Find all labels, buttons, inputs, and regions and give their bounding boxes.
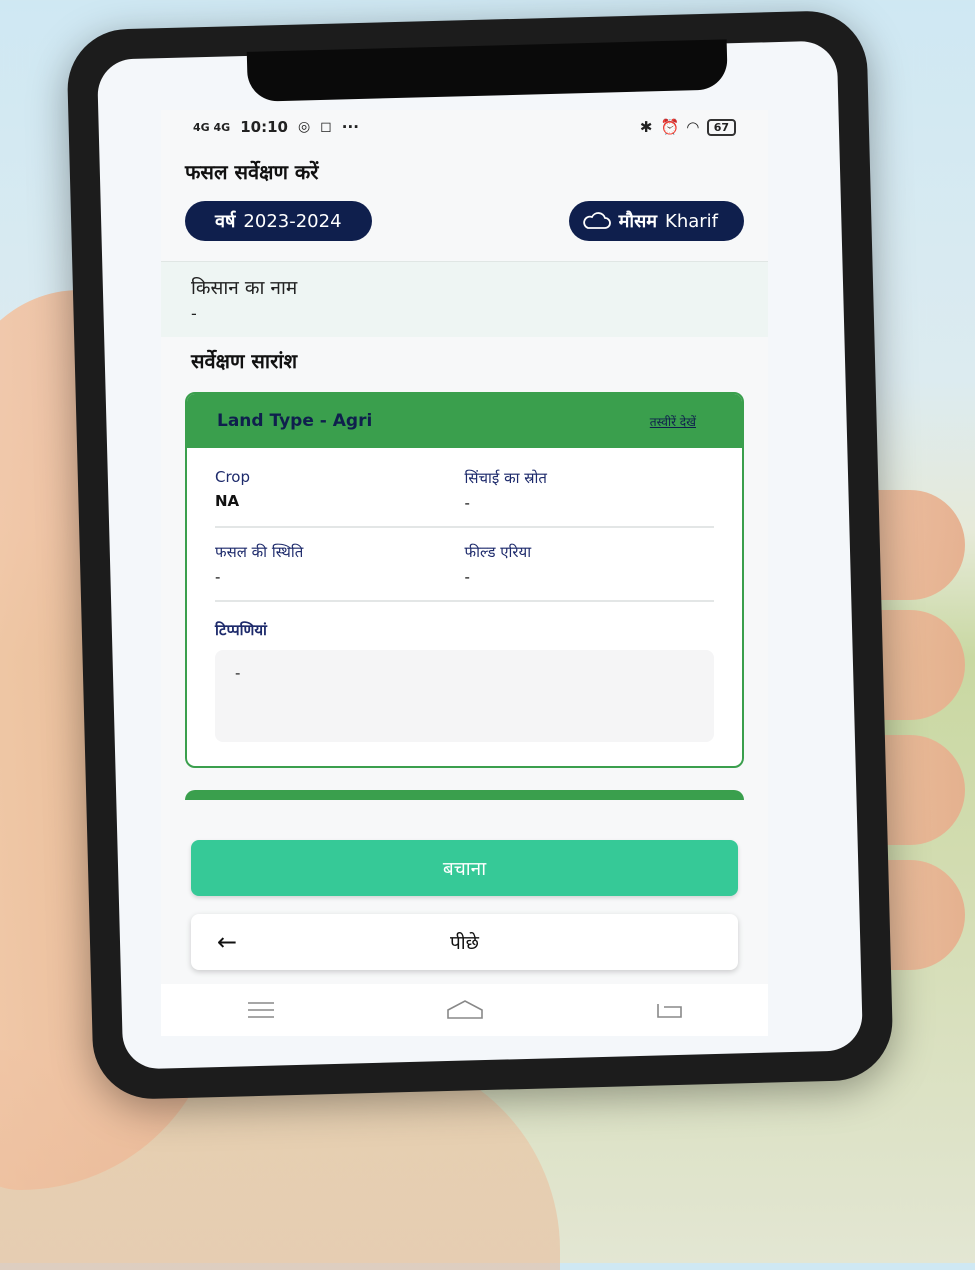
instagram-icon: ◻ (320, 119, 332, 135)
irrigation-source-value: - (464, 494, 470, 512)
season-label: मौसम (618, 211, 658, 232)
next-card-header (185, 790, 744, 800)
filter-row: वर्ष 2023-2024 मौसम Kharif (161, 185, 768, 241)
card-row: फसल की स्थिति - फील्ड एरिया - (215, 528, 714, 602)
view-images-link[interactable]: तस्वीरें देखें (650, 413, 696, 430)
alarm-icon: ⏰ (660, 118, 680, 136)
season-selector[interactable]: मौसम Kharif (568, 201, 744, 241)
page-title: फसल सर्वेक्षण करें (185, 160, 319, 184)
card-header: Land Type - Agri तस्वीरें देखें (187, 394, 742, 448)
back-button[interactable]: ← पीछे (191, 914, 738, 970)
card-row: Crop NA सिंचाई का स्रोत - (215, 454, 714, 528)
whatsapp-icon: ◎ (297, 119, 311, 135)
status-time: 10:10 (240, 118, 288, 136)
survey-summary-title: सर्वेक्षण सारांश (191, 349, 298, 373)
bluetooth-icon: ✱ (639, 118, 653, 136)
save-button[interactable]: बचाना (191, 840, 738, 896)
field-area-value: - (464, 568, 470, 586)
remarks-box: - (215, 650, 714, 742)
card-body: Crop NA सिंचाई का स्रोत - फसल की स्थिति … (187, 448, 742, 766)
farmer-name-label: किसान का नाम (191, 277, 298, 299)
field-area-label: फील्ड एरिया (464, 543, 532, 561)
irrigation-source-label: सिंचाई का स्रोत (464, 469, 547, 487)
system-back-icon[interactable] (654, 999, 684, 1021)
remarks-label: टिप्पणियां (215, 621, 267, 639)
wifi-icon: ◠ (687, 118, 699, 136)
status-bar: 4G 4G 10:10 ◎ ◻ ··· ✱ ⏰ ◠ 67 (161, 110, 768, 144)
home-icon[interactable] (445, 998, 485, 1022)
cloud-icon (582, 212, 611, 229)
network-indicator: 4G 4G (193, 120, 231, 134)
season-value: Kharif (665, 210, 718, 232)
land-type-heading: Land Type - Agri (217, 411, 373, 431)
system-nav-bar (161, 984, 768, 1036)
crop-status-label: फसल की स्थिति (215, 543, 304, 561)
farmer-section: किसान का नाम - (161, 261, 768, 337)
back-button-label: पीछे (449, 932, 480, 954)
farmer-name-value: - (191, 304, 197, 323)
land-summary-card: Land Type - Agri तस्वीरें देखें Crop NA … (185, 392, 744, 768)
menu-icon[interactable] (246, 1000, 276, 1020)
year-label: वर्ष (215, 211, 236, 232)
crop-value: NA (215, 492, 240, 510)
year-selector[interactable]: वर्ष 2023-2024 (185, 201, 372, 241)
year-value: 2023-2024 (243, 210, 342, 232)
app-screen: 4G 4G 10:10 ◎ ◻ ··· ✱ ⏰ ◠ 67 फसल सर्वेक्… (161, 110, 768, 1036)
crop-status-value: - (215, 568, 221, 586)
battery-icon: 67 (706, 118, 736, 136)
crop-label: Crop (215, 468, 251, 486)
more-notifications-icon: ··· (341, 118, 359, 136)
